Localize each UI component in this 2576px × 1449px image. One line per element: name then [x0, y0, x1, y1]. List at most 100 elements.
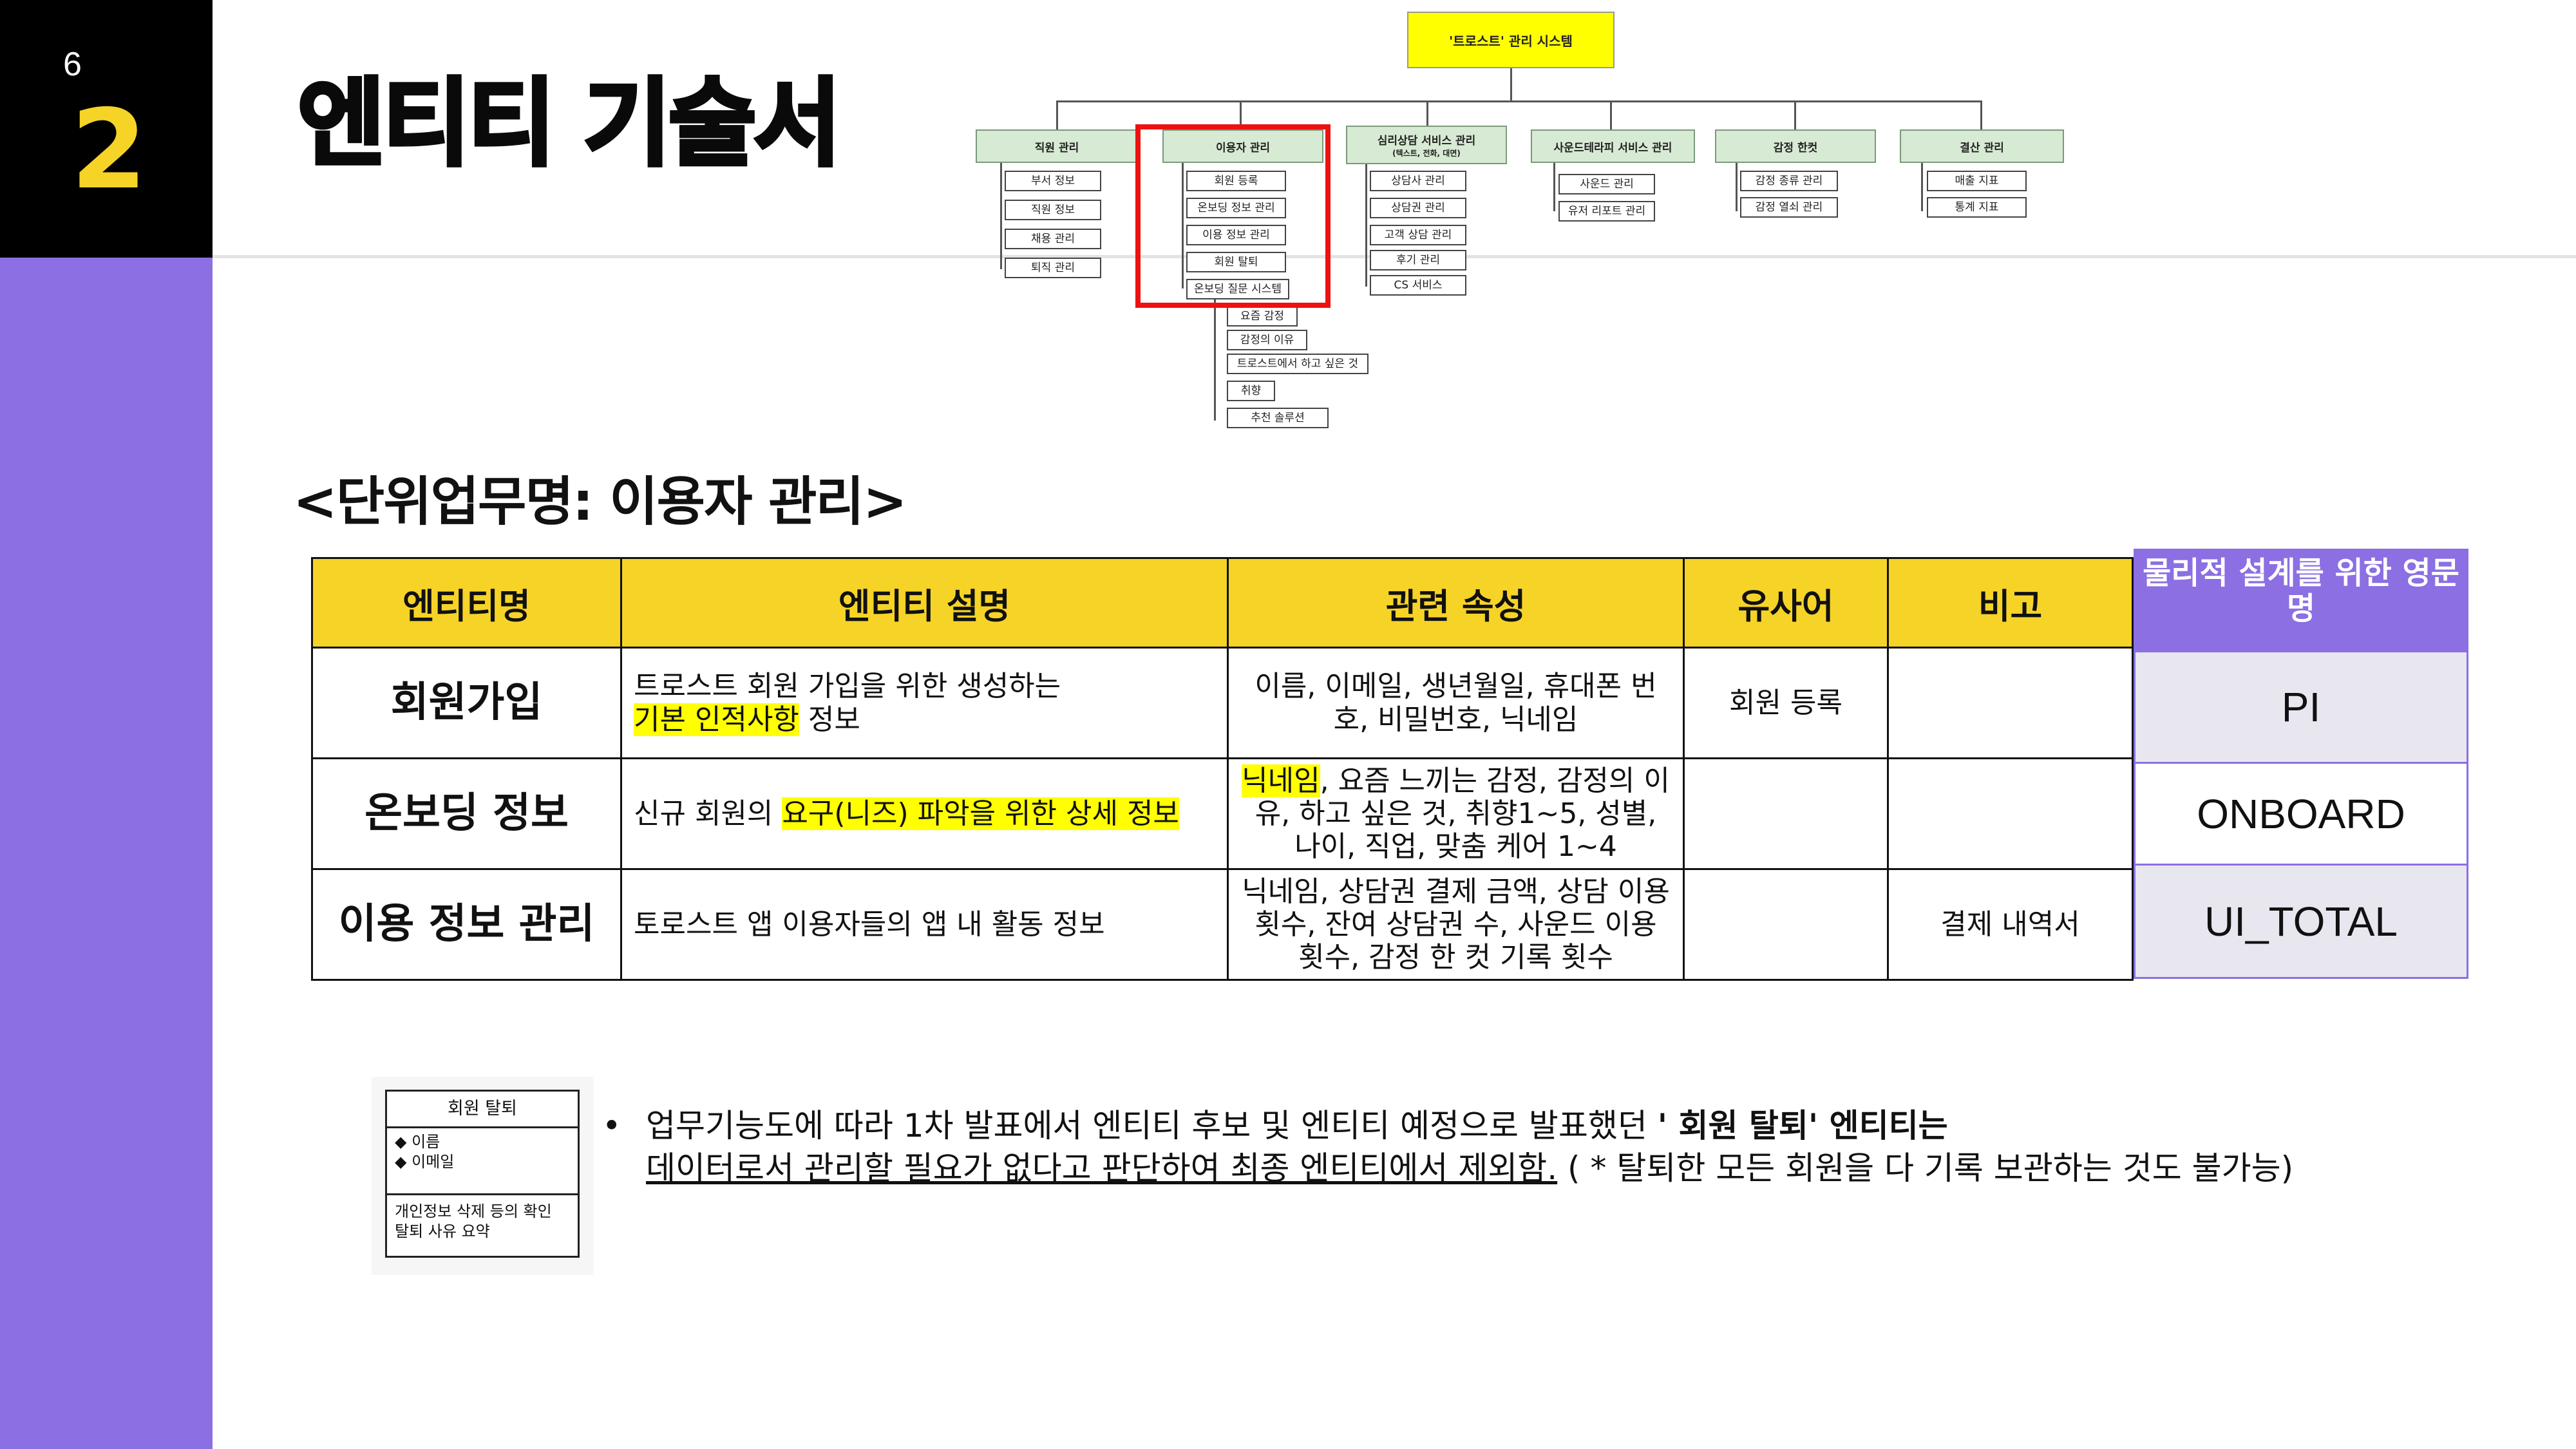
unit-task-title: <단위업무명: 이용자 관리> [293, 471, 907, 533]
org-group-sublabel: (텍스트, 전화, 대면) [1392, 149, 1461, 158]
col-header: 비고 [1887, 557, 2134, 649]
entity-table: 엔티티명 엔티티 설명 관련 속성 유사어 비고 회원가입 트로스트 회원 가입… [311, 557, 2134, 981]
entity-description: 신규 회원의 요구(니즈) 파악을 위한 상세 정보 [620, 757, 1229, 870]
withdraw-desc-line: 탈퇴 사유 요약 [395, 1222, 490, 1241]
org-subitem: 추천 솔루션 [1227, 408, 1329, 428]
left-band-bottom [0, 258, 213, 1449]
entity-note [1887, 647, 2134, 759]
selected-group-highlight [1135, 124, 1331, 308]
col-header: 관련 속성 [1227, 557, 1685, 649]
org-item: 매출 지표 [1927, 171, 2027, 191]
org-subitem: 트로스트에서 하고 싶은 것 [1227, 354, 1368, 374]
note-text: ( * 탈퇴한 모든 회원을 다 기록 보관하는 것도 불가능) [1557, 1150, 2294, 1187]
org-item: 유저 리포트 관리 [1558, 201, 1655, 222]
entity-attributes: 닉네임, 상담권 결제 금액, 상담 이용 횟수, 잔여 상담권 수, 사운드 … [1227, 868, 1685, 981]
org-connector [1921, 163, 1923, 211]
note-bold: ' 회원 탈퇴' 엔티티는 [1657, 1107, 1948, 1144]
org-item: 감정 열쇠 관리 [1740, 197, 1838, 218]
page-number: 6 [63, 46, 82, 83]
org-group-emotion: 감정 한컷 [1715, 129, 1876, 163]
org-group-staff: 직원 관리 [976, 129, 1138, 163]
org-item: 고객 상담 관리 [1370, 225, 1466, 245]
org-connector [1056, 100, 1058, 129]
note-text: 업무기능도에 따라 1차 발표에서 엔티티 후보 및 엔티티 예정으로 발표했던 [646, 1107, 1647, 1144]
col-header: 엔티티 설명 [620, 557, 1229, 649]
desc-text: 정보 [808, 703, 860, 736]
org-connector [1980, 100, 1982, 129]
entity-synonym [1683, 757, 1889, 870]
org-connector [1610, 100, 1612, 129]
table-header-row: 엔티티명 엔티티 설명 관련 속성 유사어 비고 [311, 557, 2134, 649]
org-connector [1056, 100, 1980, 102]
desc-highlight: 기본 인적사항 [634, 703, 799, 736]
entity-name: 이용 정보 관리 [311, 868, 622, 981]
physical-name-header: 물리적 설계를 위한 영문명 [2134, 549, 2468, 650]
entity-synonym [1683, 868, 1889, 981]
org-subitem: 감정의 이유 [1227, 330, 1307, 350]
org-group-settlement: 결산 관리 [1900, 129, 2064, 163]
physical-name-column: 물리적 설계를 위한 영문명 PI ONBOARD UI_TOTAL [2134, 549, 2468, 979]
org-group-label: 감정 한컷 [1773, 141, 1818, 155]
org-subitem: 취향 [1227, 381, 1275, 401]
withdraw-entity-title: 회원 탈퇴 [387, 1092, 578, 1128]
org-connector [1365, 164, 1367, 287]
org-connector [1553, 163, 1555, 211]
withdraw-entity-attributes: ◆ 이름 ◆ 이메일 [387, 1128, 578, 1195]
col-header: 엔티티명 [311, 557, 622, 649]
org-subitem: 요즘 감정 [1227, 306, 1298, 327]
physical-name-cell: PI [2134, 650, 2468, 764]
entity-name: 회원가입 [311, 647, 622, 759]
entity-attributes: 닉네임, 요즘 느끼는 감정, 감정의 이유, 하고 싶은 것, 취향1~5, … [1227, 757, 1685, 870]
org-item: 채용 관리 [1005, 229, 1101, 249]
entity-description: 토로스트 앱 이용자들의 앱 내 활동 정보 [620, 868, 1229, 981]
org-group-label: 심리상담 서비스 관리 [1377, 135, 1476, 147]
desc-highlight: 요구(니즈) 파악을 위한 상세 정보 [782, 797, 1179, 830]
org-group-counsel: 심리상담 서비스 관리 (텍스트, 전화, 대면) [1346, 126, 1507, 164]
entity-note [1887, 757, 2134, 870]
org-connector [1736, 163, 1738, 211]
org-group-label: 결산 관리 [1960, 141, 2004, 155]
org-group-sound: 사운드테라피 서비스 관리 [1531, 129, 1695, 163]
org-group-label: 사운드테라피 서비스 관리 [1553, 141, 1672, 155]
desc-text: 트로스트 회원 가입을 위한 생성하는 [634, 670, 1061, 703]
org-group-label: 직원 관리 [1034, 141, 1079, 155]
note-underline: 데이터로서 관리할 필요가 없다고 판단하여 최종 엔티티에서 제외함. [646, 1150, 1558, 1187]
org-connector [1794, 100, 1796, 129]
org-item: 후기 관리 [1370, 250, 1466, 270]
org-item: 부서 정보 [1005, 171, 1101, 191]
withdraw-attr: ◆ 이름 [395, 1133, 440, 1151]
attr-highlight: 닉네임 [1242, 764, 1320, 797]
org-item: 상담권 관리 [1370, 198, 1466, 218]
org-item: 통계 지표 [1927, 197, 2027, 218]
bullet-icon: • [602, 1107, 621, 1144]
entity-attributes: 이름, 이메일, 생년월일, 휴대폰 번호, 비밀번호, 닉네임 [1227, 647, 1685, 759]
org-connector [1510, 68, 1512, 100]
withdraw-desc-line: 개인정보 삭제 등의 확인 [395, 1202, 552, 1220]
withdraw-attr: ◆ 이메일 [395, 1153, 455, 1171]
table-row: 이용 정보 관리 토로스트 앱 이용자들의 앱 내 활동 정보 닉네임, 상담권… [311, 868, 2134, 981]
entity-name: 온보딩 정보 [311, 757, 622, 870]
physical-name-cell: ONBOARD [2134, 764, 2468, 866]
table-row: 회원가입 트로스트 회원 가입을 위한 생성하는 기본 인적사항 정보 이름, … [311, 647, 2134, 759]
org-item: 사운드 관리 [1558, 174, 1655, 194]
withdraw-entity-description: 개인정보 삭제 등의 확인 탈퇴 사유 요약 [387, 1195, 578, 1248]
org-item: 직원 정보 [1005, 200, 1101, 220]
org-item: CS 서비스 [1370, 275, 1466, 296]
org-connector [1000, 163, 1002, 269]
org-item: 감정 종류 관리 [1740, 171, 1838, 191]
org-connector [1214, 299, 1216, 421]
col-header: 유사어 [1683, 557, 1889, 649]
section-number: 2 [71, 86, 147, 214]
desc-text: 신규 회원의 [634, 797, 773, 830]
entity-description: 트로스트 회원 가입을 위한 생성하는 기본 인적사항 정보 [620, 647, 1229, 759]
footnote: • 업무기능도에 따라 1차 발표에서 엔티티 후보 및 엔티티 예정으로 발표… [602, 1104, 2566, 1189]
table-row: 온보딩 정보 신규 회원의 요구(니즈) 파악을 위한 상세 정보 닉네임, 요… [311, 757, 2134, 870]
entity-synonym: 회원 등록 [1683, 647, 1889, 759]
entity-note: 결제 내역서 [1887, 868, 2134, 981]
org-item: 상담사 관리 [1370, 171, 1466, 191]
org-root: '트로스트' 관리 시스템 [1407, 12, 1615, 68]
page-title: 엔티티 기술서 [296, 68, 843, 179]
withdraw-entity-box: 회원 탈퇴 ◆ 이름 ◆ 이메일 개인정보 삭제 등의 확인 탈퇴 사유 요약 [385, 1090, 580, 1258]
org-item: 퇴직 관리 [1005, 258, 1101, 278]
physical-name-cell: UI_TOTAL [2134, 866, 2468, 979]
